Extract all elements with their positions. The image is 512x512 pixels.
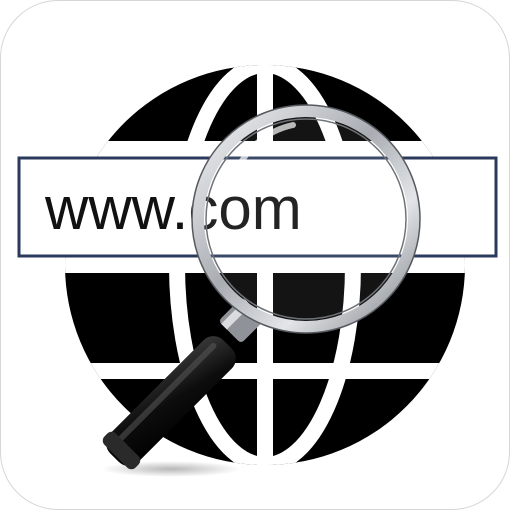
web-search-illustration: www.com [17, 65, 498, 477]
app-icon[interactable]: www.com [0, 0, 510, 510]
